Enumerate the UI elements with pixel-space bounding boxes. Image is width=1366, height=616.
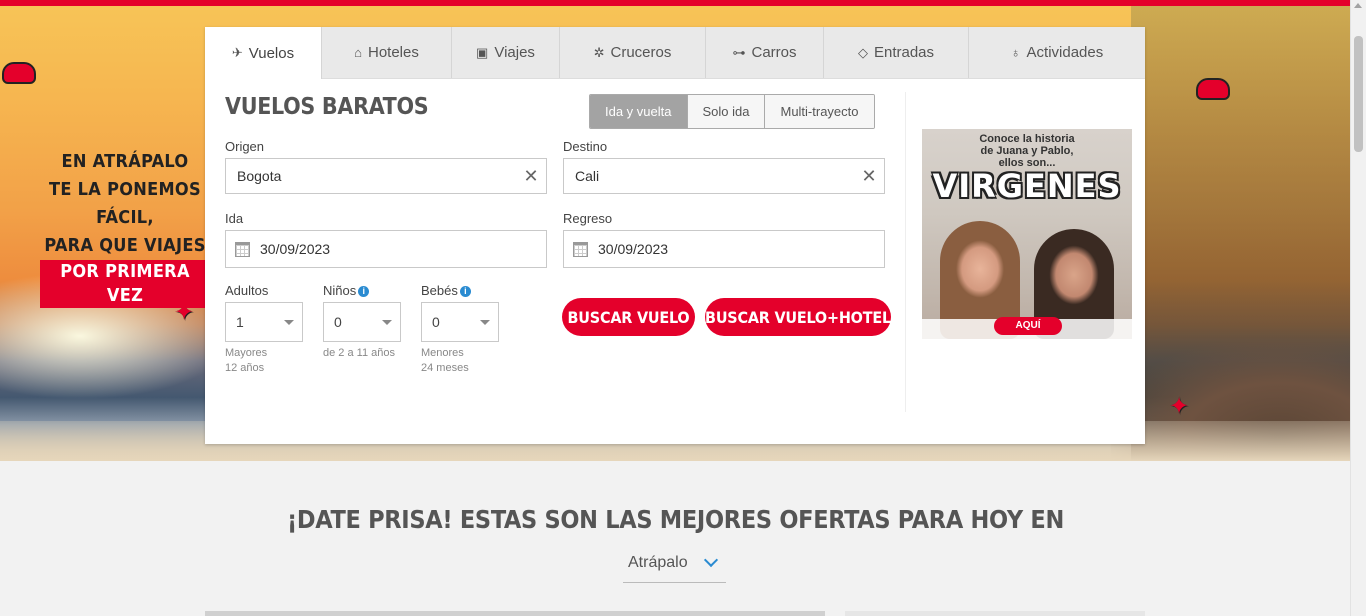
chevron-down-icon xyxy=(703,552,719,568)
promo-line: EN ATRÁPALO xyxy=(61,151,189,172)
return-label: Regreso xyxy=(563,211,613,226)
adults-value: 1 xyxy=(236,314,244,330)
infants-value: 0 xyxy=(432,314,440,330)
tab-viajes[interactable]: ▣ Viajes xyxy=(452,27,560,78)
offer-card[interactable] xyxy=(205,611,825,616)
tab-entradas[interactable]: ◇ Entradas xyxy=(824,27,969,78)
cloud-icon xyxy=(2,62,36,84)
children-value: 0 xyxy=(334,314,342,330)
destination-field[interactable]: Cali ✕ xyxy=(563,158,885,194)
search-flight-hotel-button[interactable]: BUSCAR VUELO+HOTEL xyxy=(705,298,891,336)
trip-type-toggle: Ida y vuelta Solo ida Multi-trayecto xyxy=(589,94,875,129)
tab-carros[interactable]: ⊶ Carros xyxy=(706,27,824,78)
destination-value: Cali xyxy=(575,168,600,184)
trip-type-multi[interactable]: Multi-trayecto xyxy=(765,95,874,128)
tab-actividades[interactable]: ♁ Actividades xyxy=(969,27,1145,78)
sparkle-icon: ✦ xyxy=(1169,393,1190,420)
ad-text: Conoce la historia de Juana y Pablo, ell… xyxy=(979,133,1075,169)
info-icon[interactable]: i xyxy=(358,286,370,297)
tab-vuelos[interactable]: ✈ Vuelos xyxy=(205,27,322,79)
depart-date-field[interactable]: 30/09/2023 xyxy=(225,230,547,268)
tab-label: Cruceros xyxy=(610,44,672,61)
tab-label: Entradas xyxy=(873,44,935,61)
ship-wheel-icon: ✲ xyxy=(593,44,605,60)
tab-label: Viajes xyxy=(494,44,535,61)
plane-icon: ✈ xyxy=(231,45,243,60)
car-icon: ⊶ xyxy=(732,44,746,60)
search-panel: ✈ Vuelos ⌂ Hoteles ▣ Viajes ✲ Cruceros ⊶… xyxy=(205,27,1145,444)
depart-date-value: 30/09/2023 xyxy=(260,241,331,257)
scroll-up-arrow-icon[interactable] xyxy=(1354,3,1362,8)
trip-type-oneway[interactable]: Solo ida xyxy=(687,95,766,128)
ad-banner[interactable]: Conoce la historia de Juana y Pablo, ell… xyxy=(922,129,1132,339)
children-select[interactable]: 0 xyxy=(323,302,401,342)
trip-type-round[interactable]: Ida y vuelta xyxy=(590,95,688,128)
promo-line: TE LA PONEMOS xyxy=(49,179,201,200)
section-title: VUELOS BARATOS xyxy=(225,94,429,120)
ad-cta-button[interactable]: AQUÍ xyxy=(994,317,1062,335)
caret-down-icon xyxy=(382,320,392,325)
tab-label: Actividades xyxy=(1026,44,1104,61)
calendar-icon xyxy=(573,241,588,257)
adults-label: Adultos xyxy=(225,283,269,298)
divider xyxy=(905,92,906,412)
promo-highlight: POR PRIMERA VEZ xyxy=(40,260,210,308)
offers-title: ¡DATE PRISA! ESTAS SON LAS MEJORES OFERT… xyxy=(286,505,1065,534)
children-label: Niños i xyxy=(323,283,370,298)
page-scrollbar[interactable] xyxy=(1350,0,1366,616)
promo-text: EN ATRÁPALO TE LA PONEMOS FÁCIL, PARA QU… xyxy=(40,148,210,310)
offer-card[interactable] xyxy=(845,611,1145,616)
info-icon[interactable]: i xyxy=(459,286,471,297)
promo-line: PARA QUE VIAJES xyxy=(44,235,206,256)
children-hint: de 2 a 11 años xyxy=(323,347,395,359)
adults-hint: Mayores 12 años xyxy=(225,347,268,374)
tab-label: Carros xyxy=(751,44,797,61)
tab-hoteles[interactable]: ⌂ Hoteles xyxy=(322,27,452,78)
adults-select[interactable]: 1 xyxy=(225,302,303,342)
bed-icon: ⌂ xyxy=(354,45,362,60)
balloon-icon: ♁ xyxy=(1010,45,1021,60)
site-select[interactable]: Atrápalo xyxy=(623,546,726,583)
ad-headline: VIRGENES xyxy=(932,167,1122,205)
calendar-icon xyxy=(235,241,250,257)
product-tabs: ✈ Vuelos ⌂ Hoteles ▣ Viajes ✲ Cruceros ⊶… xyxy=(205,27,1145,79)
search-flight-button[interactable]: BUSCAR VUELO xyxy=(562,298,695,336)
clear-icon[interactable]: ✕ xyxy=(854,166,884,187)
infants-hint: Menores 24 meses xyxy=(421,347,469,374)
infants-label: Bebés i xyxy=(421,283,471,298)
destination-label: Destino xyxy=(563,139,608,154)
tab-label: Vuelos xyxy=(248,44,295,62)
caret-down-icon xyxy=(284,320,294,325)
promo-line: FÁCIL, xyxy=(96,207,154,228)
suitcase-icon: ▣ xyxy=(476,44,489,60)
origin-value: Bogota xyxy=(237,168,282,184)
infants-select[interactable]: 0 xyxy=(421,302,499,342)
tab-cruceros[interactable]: ✲ Cruceros xyxy=(560,27,706,78)
ticket-icon: ◇ xyxy=(857,44,868,60)
tab-label: Hoteles xyxy=(368,44,419,61)
return-date-value: 30/09/2023 xyxy=(598,241,669,257)
cloud-icon xyxy=(1196,78,1230,100)
return-date-field[interactable]: 30/09/2023 xyxy=(563,230,885,268)
caret-down-icon xyxy=(480,320,490,325)
clear-icon[interactable]: ✕ xyxy=(516,166,546,187)
origin-field[interactable]: Bogota ✕ xyxy=(225,158,547,194)
depart-label: Ida xyxy=(225,211,244,226)
origin-label: Origen xyxy=(225,139,265,154)
site-select-value: Atrápalo xyxy=(628,554,688,571)
scroll-thumb[interactable] xyxy=(1354,36,1363,152)
